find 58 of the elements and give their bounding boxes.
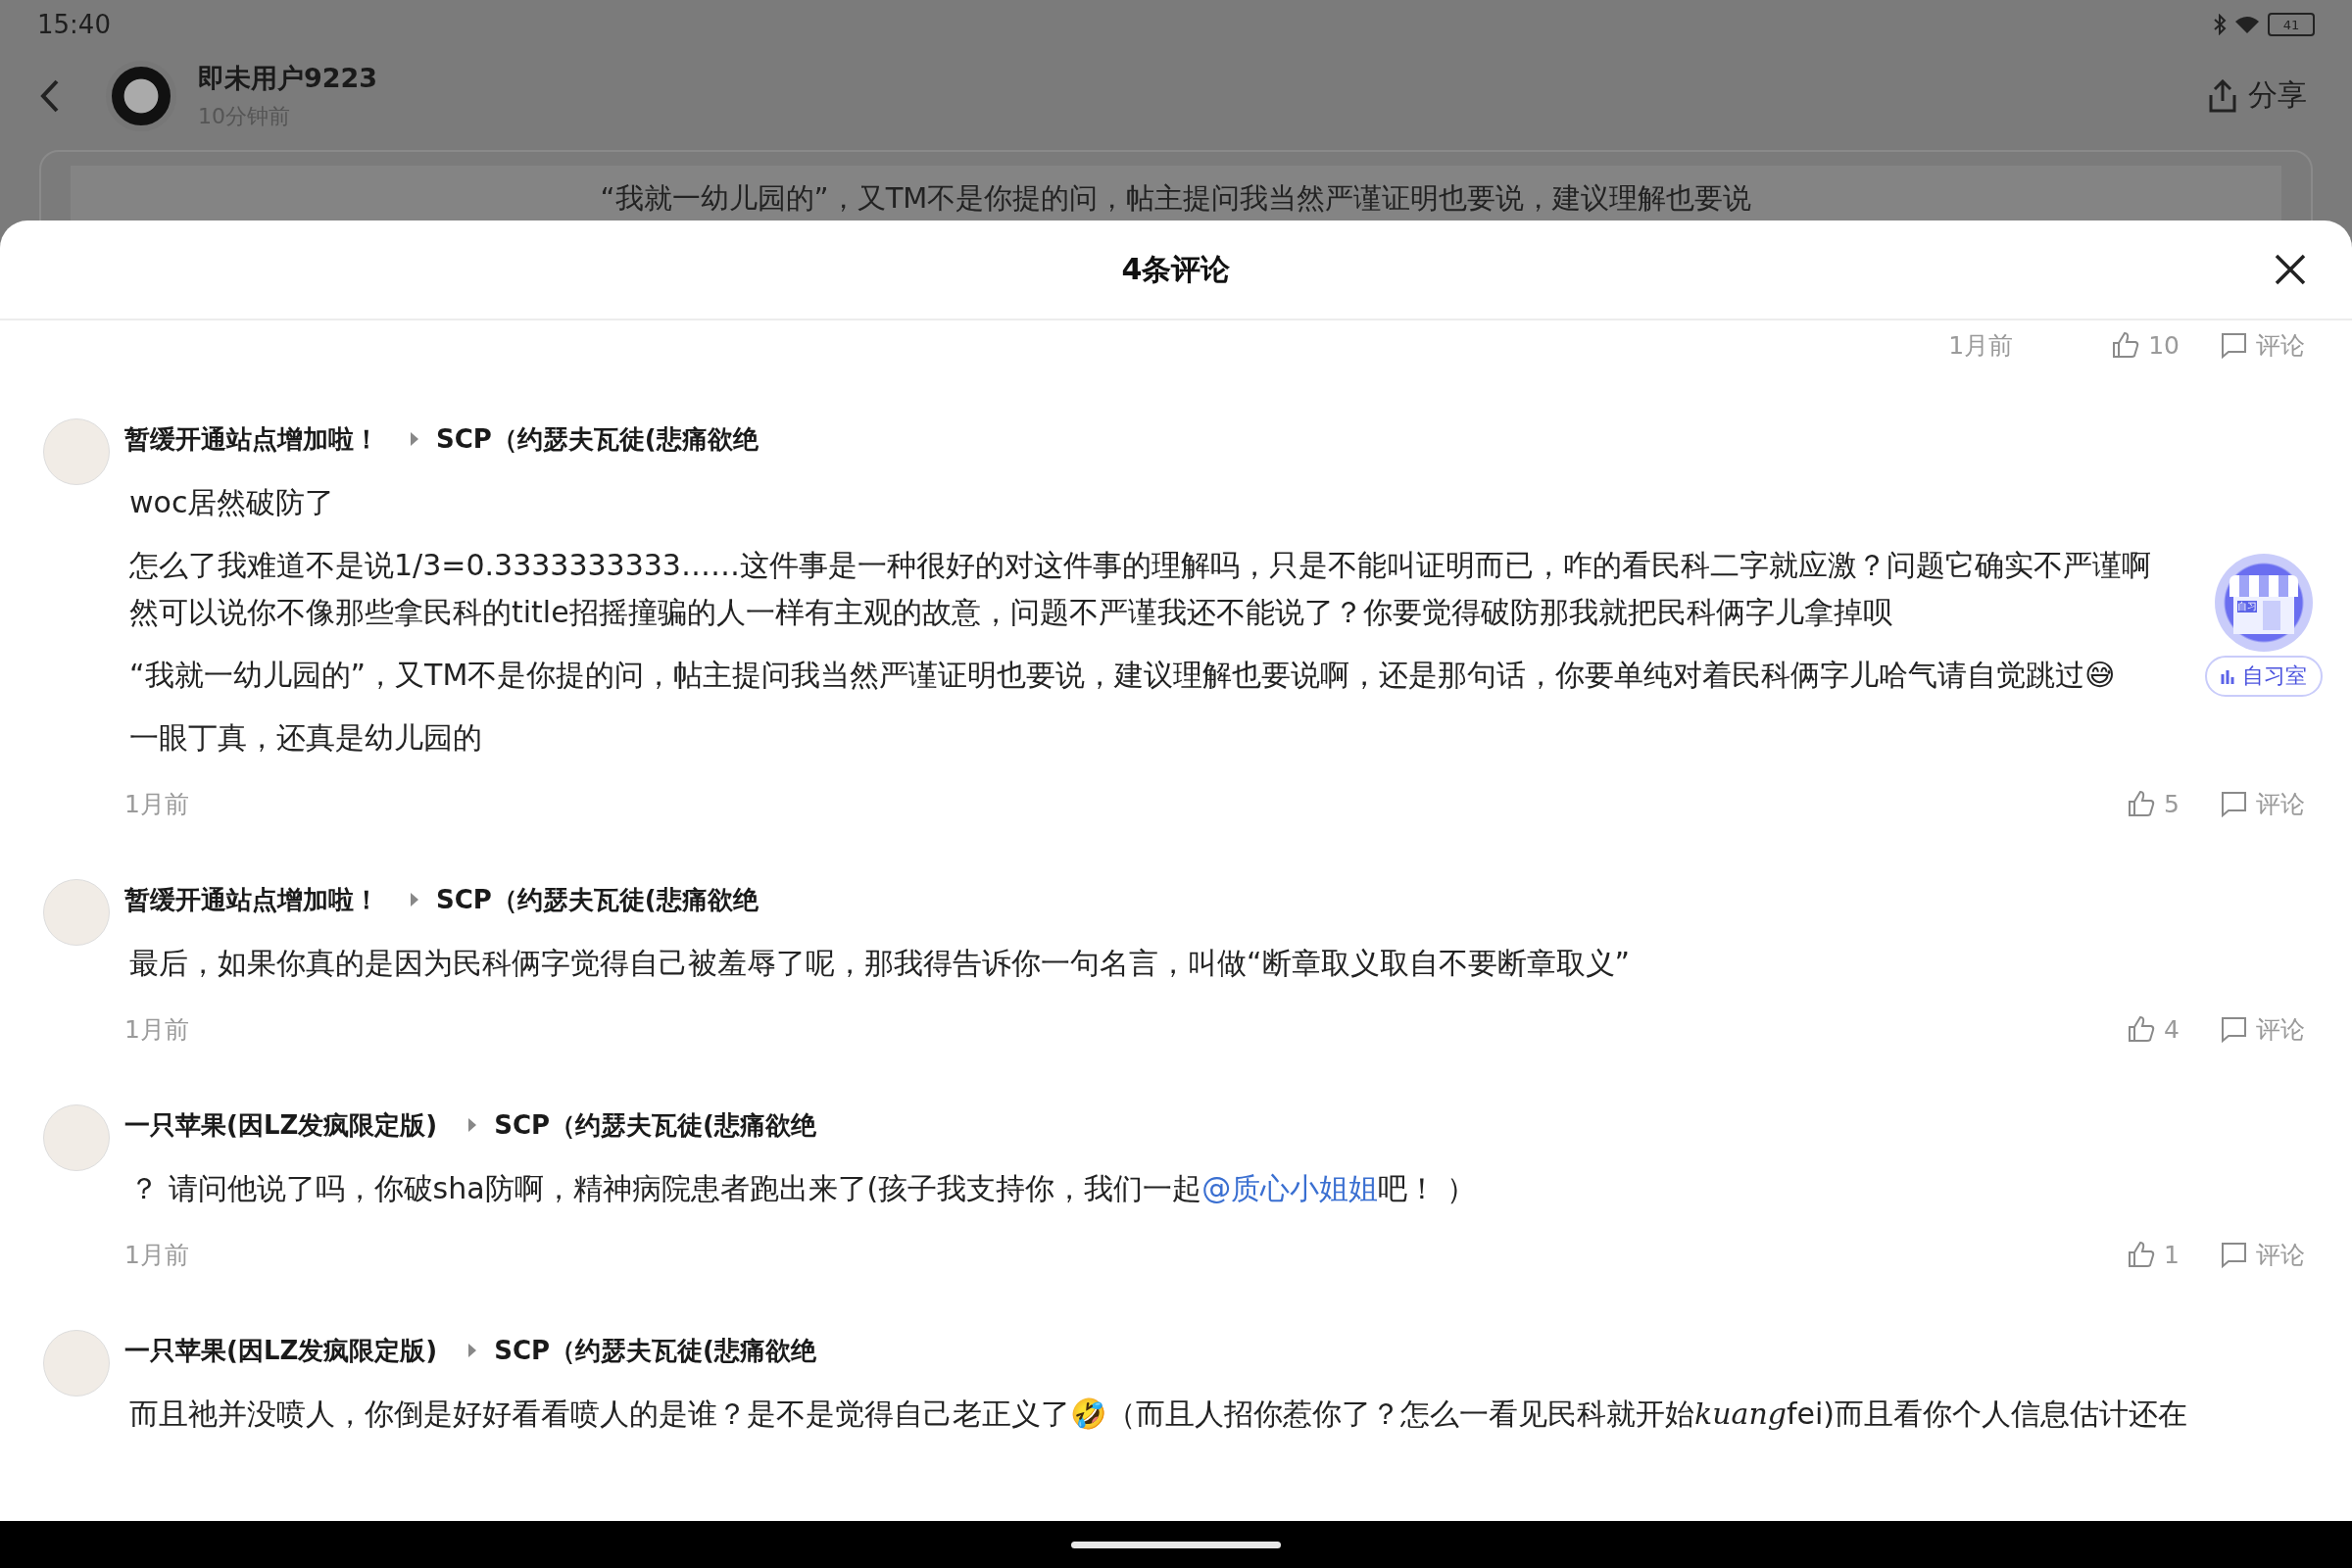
commenter-name[interactable]: 一只苹果(因LZ发疯限定版) <box>124 1333 438 1368</box>
comment-text: 最后，如果你真的是因为民科俩字觉得自己被羞辱了呢，那我得告诉你一句名言，叫做“断章取义取自不要断章取义” <box>129 945 1631 982</box>
comment-icon <box>2219 330 2248 360</box>
comment-icon <box>2219 789 2248 818</box>
comment-icon <box>2219 1014 2248 1044</box>
like-button[interactable]: 5 <box>2127 789 2180 818</box>
home-indicator[interactable] <box>1071 1541 1281 1548</box>
comment-time: 1月前 <box>124 788 189 820</box>
like-button[interactable]: 10 <box>2111 330 2180 360</box>
thumbs-up-icon <box>2111 330 2141 360</box>
shop-door <box>2263 601 2280 630</box>
thumbs-up-icon <box>2127 1240 2157 1269</box>
comment-text: woc居然破防了 <box>129 484 335 521</box>
comment-text: 怎么了我难道不是说1/3=0.3333333333……这件事是一种很好的对这件事的理解吗，只是不能叫证明而已，咋的看民科二字就应激？问题它确实不严谨啊 然可以说你不像那些拿民科的title招摇撞骗的人一样有主观的故意，问题不严谨我还不能说了？你要觉得破防那我就把民科俩字儿拿掉呗 <box>129 547 2151 631</box>
reply-button[interactable]: 评论 <box>2219 328 2305 362</box>
sheet-title: 4条评论 <box>1121 250 1231 288</box>
reply-button[interactable]: 评论 <box>2219 787 2305 820</box>
share-button[interactable]: 分享 <box>2201 74 2313 117</box>
close-icon[interactable] <box>2274 253 2307 286</box>
reply-arrow-icon <box>411 893 418 906</box>
reply-arrow-icon <box>468 1118 477 1132</box>
comment-icon <box>2219 1240 2248 1269</box>
comment-time: 1月前 <box>124 1239 189 1271</box>
wifi-icon <box>2234 15 2260 34</box>
comment-text: ？ 请问他说了吗，你破sha防啊，精神病院患者跑出来了(孩子我支持你，我们一起@质心小姐姐吧！ ） <box>129 1170 1476 1207</box>
shop-awning <box>2230 575 2298 597</box>
commenter-name[interactable]: 暂缓开通站点增加啦！ <box>124 421 379 457</box>
comment-time: 1月前 <box>124 1013 189 1046</box>
reply-target-name[interactable]: SCP（约瑟夫瓦徒(悲痛欲绝 <box>494 1333 816 1368</box>
status-time: 15:40 <box>37 10 111 39</box>
comment-time: 1月前 <box>1948 329 2014 362</box>
like-button[interactable]: 1 <box>2127 1240 2180 1269</box>
reply-target-name[interactable]: SCP（约瑟夫瓦徒(悲痛欲绝 <box>494 1107 816 1143</box>
commenter-name[interactable]: 一只苹果(因LZ发疯限定版) <box>124 1107 438 1143</box>
comment-text: “我就一幼儿园的”，又TM不是你提的问，帖主提问我当然严谨证明也要说，建议理解也要说啊，还是那句话，你要单纯对着民科俩字儿哈气请自觉跳过😅 <box>129 657 2116 694</box>
reply-arrow-icon <box>411 432 418 446</box>
mention-link[interactable]: @质心小姐姐 <box>1201 1171 1379 1205</box>
study-room-button[interactable]: 自习室 <box>2205 656 2323 697</box>
share-icon <box>2207 78 2238 113</box>
reply-button[interactable]: 评论 <box>2219 1012 2305 1046</box>
shop-badge[interactable]: 自习 <box>2215 554 2313 652</box>
thumbs-up-icon <box>2127 1014 2157 1044</box>
comment-text: 一眼丁真，还真是幼儿园的 <box>129 719 482 757</box>
post-text: “我就一幼儿园的”，又TM不是你提的问，帖主提问我当然严谨证明也要说，建议理解也要说 <box>600 181 1752 215</box>
reply-button[interactable]: 评论 <box>2219 1238 2305 1271</box>
back-icon[interactable] <box>39 77 61 114</box>
comment-text: 而且祂并没喷人，你倒是好好看看喷人的是谁？是不是觉得自己老正义了🤣（而且人招你惹你了？怎么一看见民科就开始kuangfei)而且看你个人信息估计还在 <box>129 1396 2187 1433</box>
bluetooth-icon <box>2213 14 2227 35</box>
commenter-name[interactable]: 暂缓开通站点增加啦！ <box>124 882 379 917</box>
shop-sign: 自习 <box>2237 601 2257 612</box>
reply-target-name[interactable]: SCP（约瑟夫瓦徒(悲痛欲绝 <box>436 882 759 917</box>
author-name[interactable]: 即未用户9223 <box>198 60 378 96</box>
battery-icon: 41 <box>2268 13 2315 36</box>
bar-chart-icon <box>2221 668 2236 684</box>
reply-target-name[interactable]: SCP（约瑟夫瓦徒(悲痛欲绝 <box>436 421 759 457</box>
like-button[interactable]: 4 <box>2127 1014 2180 1044</box>
reply-arrow-icon <box>468 1344 477 1357</box>
thumbs-up-icon <box>2127 789 2157 818</box>
